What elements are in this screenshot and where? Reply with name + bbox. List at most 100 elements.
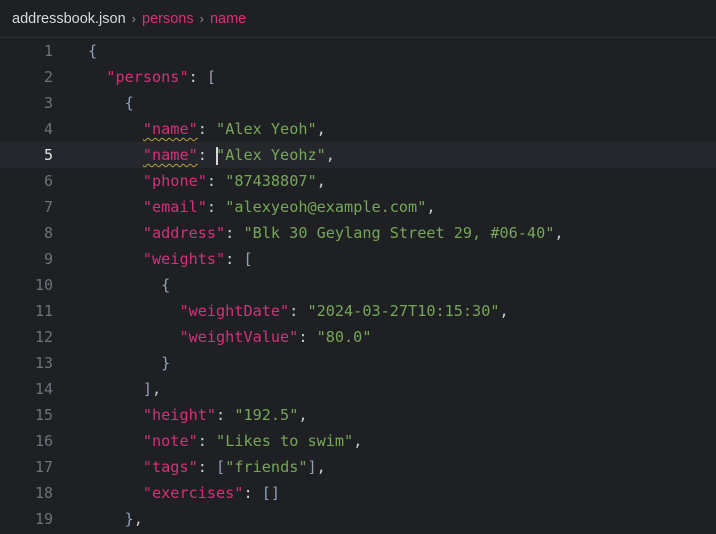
json-key: "exercises": [142, 484, 244, 502]
json-punctuation: ,: [316, 120, 326, 138]
code-line[interactable]: 17 "tags": ["friends"],: [0, 454, 716, 480]
json-punctuation: ]: [142, 380, 153, 398]
line-number: 3: [43, 94, 53, 112]
code-content: "tags": ["friends"],: [88, 454, 326, 480]
json-punctuation: []: [261, 484, 281, 502]
code-content: "weightDate": "2024-03-27T10:15:30",: [88, 298, 509, 324]
breadcrumb-segment-name[interactable]: name: [210, 11, 246, 27]
json-punctuation: ,: [316, 458, 326, 476]
code-line[interactable]: 12 "weightValue": "80.0": [0, 324, 716, 350]
json-punctuation: :: [197, 432, 217, 450]
json-key: "address": [142, 224, 226, 242]
code-line[interactable]: 8 "address": "Blk 30 Geylang Street 29, …: [0, 220, 716, 246]
code-content: "phone": "87438807",: [88, 168, 326, 194]
json-punctuation: :: [225, 250, 244, 268]
json-key: "tags": [142, 458, 198, 476]
line-number: 8: [43, 224, 53, 242]
line-number: 15: [34, 406, 53, 424]
line-number: 16: [34, 432, 53, 450]
json-string: "Alex Yeoh": [216, 120, 317, 138]
code-content: }: [88, 350, 170, 376]
json-punctuation: {: [124, 94, 134, 112]
code-line[interactable]: 7 "email": "alexyeoh@example.com",: [0, 194, 716, 220]
breadcrumb-segment-persons[interactable]: persons: [142, 11, 194, 27]
code-content: },: [88, 506, 143, 532]
line-number: 14: [34, 380, 53, 398]
code-content: "height": "192.5",: [88, 402, 308, 428]
code-line[interactable]: 19 },: [0, 506, 716, 532]
json-punctuation: [: [216, 458, 226, 476]
breadcrumb-separator-icon: ›: [131, 11, 137, 26]
json-punctuation: ,: [554, 224, 564, 242]
json-string: "alexyeoh@example.com": [225, 198, 427, 216]
code-line[interactable]: 13 }: [0, 350, 716, 376]
code-line[interactable]: 3 {: [0, 90, 716, 116]
code-line[interactable]: 16 "note": "Likes to swim",: [0, 428, 716, 454]
code-content: "weightValue": "80.0": [88, 324, 371, 350]
json-punctuation: :: [206, 172, 226, 190]
json-punctuation: }: [161, 354, 171, 372]
code-line[interactable]: 14 ],: [0, 376, 716, 402]
code-line[interactable]: 10 {: [0, 272, 716, 298]
json-punctuation: :: [243, 484, 262, 502]
json-string: "80.0": [316, 328, 372, 346]
json-key-duplicate-warning: "name": [142, 120, 198, 138]
line-number: 18: [34, 484, 53, 502]
code-content: "name": "Alex Yeohz",: [88, 142, 335, 168]
json-key: "weights": [142, 250, 226, 268]
json-punctuation: ,: [325, 146, 335, 164]
json-key: "height": [142, 406, 217, 424]
json-punctuation: :: [188, 68, 207, 86]
json-string: "192.5": [234, 406, 299, 424]
code-line[interactable]: 2 "persons": [: [0, 64, 716, 90]
line-number: 10: [34, 276, 53, 294]
json-punctuation: :: [197, 146, 217, 164]
line-number: 9: [43, 250, 53, 268]
json-punctuation: {: [88, 42, 98, 60]
json-string: "Blk 30 Geylang Street 29, #06-40": [243, 224, 555, 242]
code-content: {: [88, 90, 134, 116]
json-punctuation: ,: [316, 172, 326, 190]
code-content: "name": "Alex Yeoh",: [88, 116, 326, 142]
code-line[interactable]: 9 "weights": [: [0, 246, 716, 272]
code-line[interactable]: 1{: [0, 38, 716, 64]
json-punctuation: [: [206, 68, 217, 86]
line-number: 2: [43, 68, 53, 86]
code-line[interactable]: 15 "height": "192.5",: [0, 402, 716, 428]
line-number: 17: [34, 458, 53, 476]
json-punctuation: [: [243, 250, 253, 268]
breadcrumb-file[interactable]: addressbook.json: [12, 11, 126, 27]
json-string: "2024-03-27T10:15:30": [307, 302, 500, 320]
json-string: "friends": [225, 458, 308, 476]
code-content: ],: [88, 376, 161, 402]
code-content: "note": "Likes to swim",: [88, 428, 362, 454]
json-punctuation: {: [161, 276, 171, 294]
json-punctuation: ,: [133, 510, 143, 528]
line-number: 7: [43, 198, 53, 216]
json-punctuation: :: [298, 328, 317, 346]
json-punctuation: ,: [499, 302, 509, 320]
json-punctuation: }: [124, 510, 134, 528]
json-punctuation: :: [197, 120, 217, 138]
json-punctuation: ,: [353, 432, 363, 450]
code-line[interactable]: 11 "weightDate": "2024-03-27T10:15:30",: [0, 298, 716, 324]
code-content: {: [88, 38, 97, 64]
json-key: "weightDate": [179, 302, 290, 320]
code-line[interactable]: 6 "phone": "87438807",: [0, 168, 716, 194]
code-editor[interactable]: 1{2 "persons": [3 {4 "name": "Alex Yeoh"…: [0, 38, 716, 534]
line-number: 4: [43, 120, 53, 138]
json-string: "Likes to swim": [216, 432, 354, 450]
code-line[interactable]: 18 "exercises": []: [0, 480, 716, 506]
code-line[interactable]: 5 "name": "Alex Yeohz",: [0, 142, 716, 168]
code-line[interactable]: 4 "name": "Alex Yeoh",: [0, 116, 716, 142]
